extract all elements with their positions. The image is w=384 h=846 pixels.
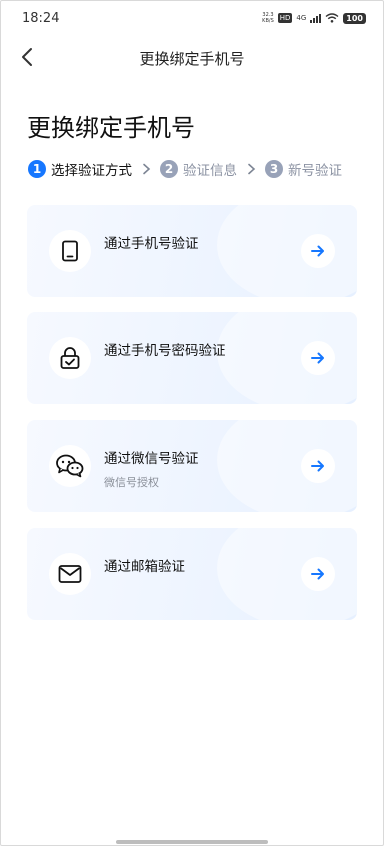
arrow-right-icon bbox=[311, 245, 324, 257]
option-icon-circle bbox=[49, 445, 91, 487]
option-phone-verification[interactable]: 通过手机号验证 bbox=[27, 205, 357, 297]
step-label: 新号验证 bbox=[288, 163, 342, 179]
wifi-icon bbox=[325, 13, 339, 23]
arrow-right-icon bbox=[311, 460, 324, 472]
option-icon-circle bbox=[49, 553, 91, 595]
nav-title: 更换绑定手机号 bbox=[139, 50, 245, 68]
nav-bar: 更换绑定手机号 bbox=[0, 40, 384, 76]
status-bar: 18:24 32.3 KB/S HD 4G 100 bbox=[0, 0, 384, 38]
signal-type: 4G bbox=[296, 14, 307, 22]
step-2: 2 验证信息 bbox=[160, 159, 237, 179]
step-number: 2 bbox=[160, 160, 178, 178]
network-speed: 32.3 KB/S bbox=[262, 12, 274, 24]
step-number: 1 bbox=[28, 160, 46, 178]
option-title: 通过手机号密码验证 bbox=[104, 343, 226, 359]
step-label: 验证信息 bbox=[183, 163, 237, 179]
lock-icon bbox=[60, 347, 80, 369]
home-indicator[interactable] bbox=[116, 840, 268, 844]
step-label: 选择验证方式 bbox=[51, 163, 132, 179]
chevron-right-icon bbox=[143, 163, 151, 175]
option-icon-circle bbox=[49, 337, 91, 379]
step-indicator: 1 选择验证方式 2 验证信息 3 新号验证 bbox=[28, 159, 342, 179]
arrow-right-button[interactable] bbox=[301, 557, 335, 591]
arrow-right-icon bbox=[311, 568, 324, 580]
option-wechat-verification[interactable]: 通过微信号验证 微信号授权 bbox=[27, 420, 357, 512]
battery-icon: 100 bbox=[343, 12, 366, 24]
option-title: 通过手机号验证 bbox=[104, 236, 199, 252]
status-time: 18:24 bbox=[22, 11, 60, 26]
option-email-verification[interactable]: 通过邮箱验证 bbox=[27, 528, 357, 620]
arrow-right-button[interactable] bbox=[301, 449, 335, 483]
option-subtitle: 微信号授权 bbox=[104, 476, 159, 489]
chevron-right-icon bbox=[248, 163, 256, 175]
option-icon-circle bbox=[49, 230, 91, 272]
arrow-right-button[interactable] bbox=[301, 341, 335, 375]
option-title: 通过邮箱验证 bbox=[104, 559, 185, 575]
step-1: 1 选择验证方式 bbox=[28, 159, 132, 179]
arrow-right-button[interactable] bbox=[301, 234, 335, 268]
page-title: 更换绑定手机号 bbox=[27, 114, 195, 142]
arrow-right-icon bbox=[311, 352, 324, 364]
step-number: 3 bbox=[265, 160, 283, 178]
option-title: 通过微信号验证 bbox=[104, 451, 199, 467]
option-phone-password-verification[interactable]: 通过手机号密码验证 bbox=[27, 312, 357, 404]
step-3: 3 新号验证 bbox=[265, 159, 342, 179]
wechat-icon bbox=[56, 454, 84, 478]
phone-icon bbox=[62, 240, 78, 262]
status-icons: 32.3 KB/S HD 4G 100 bbox=[262, 12, 366, 24]
network-speed-unit: KB/S bbox=[262, 18, 274, 24]
mail-icon bbox=[58, 565, 82, 583]
signal-bars-icon bbox=[310, 13, 322, 23]
hd-badge: HD bbox=[277, 13, 293, 23]
